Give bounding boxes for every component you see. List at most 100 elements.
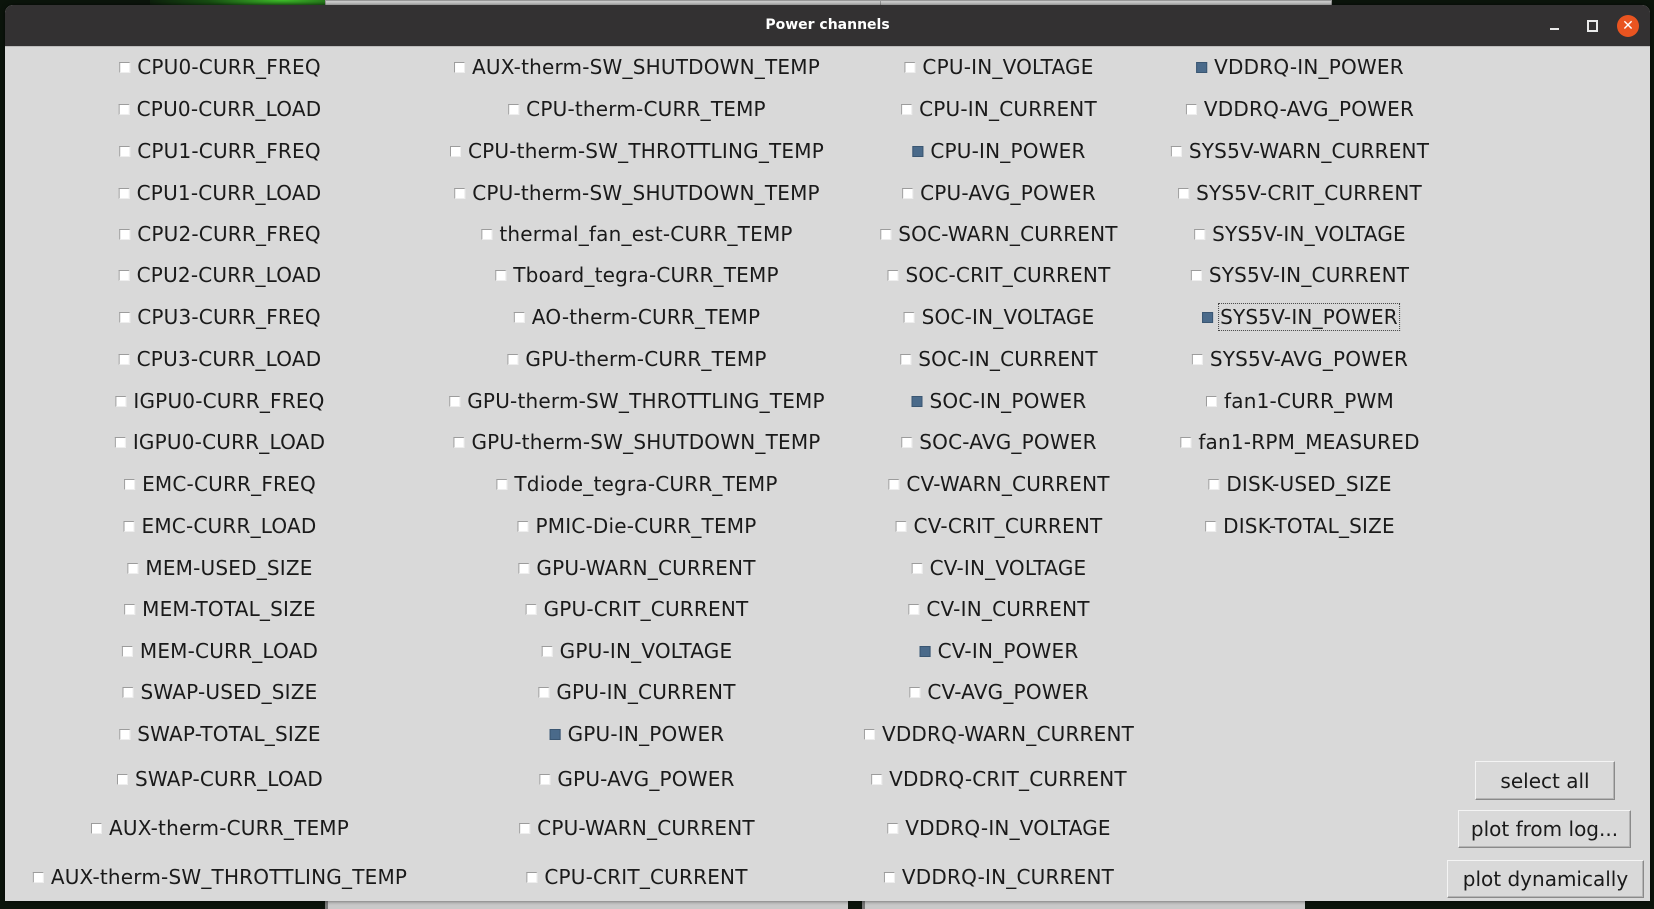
plot-from-log-button[interactable]: plot from log... xyxy=(1458,810,1631,848)
checkbox-unchecked-icon[interactable] xyxy=(1170,145,1182,157)
channel-label[interactable]: CPU3-CURR_LOAD xyxy=(135,345,324,373)
channel-label[interactable]: CPU3-CURR_FREQ xyxy=(135,303,323,331)
checkbox-unchecked-icon[interactable] xyxy=(119,311,131,323)
channel-label[interactable]: DISK-TOTAL_SIZE xyxy=(1221,512,1397,540)
channel-label[interactable]: CPU2-CURR_FREQ xyxy=(135,220,323,248)
channel-checkbox[interactable]: CPU1-CURR_LOAD xyxy=(118,179,324,207)
channel-label[interactable]: CPU-AVG_POWER xyxy=(918,179,1098,207)
channel-label[interactable]: CPU1-CURR_LOAD xyxy=(135,179,324,207)
channel-checkbox[interactable]: DISK-USED_SIZE xyxy=(1208,470,1393,498)
channel-checkbox[interactable]: VDDRQ-IN_POWER xyxy=(1196,53,1406,81)
channel-checkbox[interactable]: VDDRQ-IN_VOLTAGE xyxy=(887,814,1113,842)
channel-checkbox[interactable]: AO-therm-CURR_TEMP xyxy=(513,303,762,331)
checkbox-unchecked-icon[interactable] xyxy=(525,603,537,615)
channel-checkbox[interactable]: SWAP-USED_SIZE xyxy=(122,678,320,706)
checkbox-unchecked-icon[interactable] xyxy=(541,645,553,657)
channel-checkbox[interactable]: MEM-USED_SIZE xyxy=(127,554,314,582)
channel-checkbox[interactable]: CV-IN_CURRENT xyxy=(908,595,1091,623)
checkbox-checked-icon[interactable] xyxy=(919,645,931,657)
channel-label[interactable]: CPU-therm-SW_SHUTDOWN_TEMP xyxy=(470,179,822,207)
checkbox-unchecked-icon[interactable] xyxy=(496,478,508,490)
channel-label[interactable]: IGPU0-CURR_FREQ xyxy=(131,387,326,415)
channel-label[interactable]: PMIC-Die-CURR_TEMP xyxy=(533,512,758,540)
channel-label[interactable]: CPU-WARN_CURRENT xyxy=(535,814,757,842)
checkbox-unchecked-icon[interactable] xyxy=(118,103,130,115)
channel-label[interactable]: VDDRQ-WARN_CURRENT xyxy=(880,720,1136,748)
checkbox-unchecked-icon[interactable] xyxy=(1205,520,1217,532)
channel-checkbox[interactable]: CPU2-CURR_LOAD xyxy=(118,261,324,289)
channel-checkbox[interactable]: SWAP-CURR_LOAD xyxy=(117,765,325,793)
channel-label[interactable]: VDDRQ-IN_POWER xyxy=(1212,53,1406,81)
channel-checkbox[interactable]: EMC-CURR_LOAD xyxy=(123,512,319,540)
channel-label[interactable]: SOC-IN_CURRENT xyxy=(916,345,1100,373)
channel-label[interactable]: GPU-therm-SW_THROTTLING_TEMP xyxy=(465,387,827,415)
channel-label[interactable]: thermal_fan_est-CURR_TEMP xyxy=(497,220,794,248)
checkbox-unchecked-icon[interactable] xyxy=(539,773,551,785)
channel-checkbox[interactable]: GPU-IN_VOLTAGE xyxy=(541,637,735,665)
channel-checkbox[interactable]: DISK-TOTAL_SIZE xyxy=(1205,512,1397,540)
channel-label[interactable]: AO-therm-CURR_TEMP xyxy=(530,303,762,331)
channel-label[interactable]: GPU-therm-SW_SHUTDOWN_TEMP xyxy=(469,428,822,456)
channel-checkbox[interactable]: SYS5V-CRIT_CURRENT xyxy=(1178,179,1424,207)
checkbox-unchecked-icon[interactable] xyxy=(118,187,130,199)
channel-checkbox[interactable]: CPU3-CURR_LOAD xyxy=(118,345,324,373)
checkbox-unchecked-icon[interactable] xyxy=(90,822,102,834)
channel-label[interactable]: SYS5V-IN_VOLTAGE xyxy=(1210,220,1408,248)
channel-checkbox[interactable]: SOC-AVG_POWER xyxy=(901,428,1098,456)
channel-label[interactable]: CV-IN_POWER xyxy=(936,637,1081,665)
channel-label[interactable]: GPU-therm-CURR_TEMP xyxy=(523,345,768,373)
channel-label[interactable]: CPU-IN_VOLTAGE xyxy=(920,53,1095,81)
channel-checkbox[interactable]: MEM-TOTAL_SIZE xyxy=(124,595,318,623)
channel-label[interactable]: VDDRQ-CRIT_CURRENT xyxy=(887,765,1129,793)
checkbox-checked-icon[interactable] xyxy=(911,395,923,407)
checkbox-unchecked-icon[interactable] xyxy=(909,686,921,698)
checkbox-unchecked-icon[interactable] xyxy=(121,645,133,657)
channel-label[interactable]: CPU-therm-CURR_TEMP xyxy=(524,95,768,123)
checkbox-unchecked-icon[interactable] xyxy=(880,228,892,240)
channel-checkbox[interactable]: CPU-therm-CURR_TEMP xyxy=(508,95,768,123)
channel-checkbox[interactable]: MEM-CURR_LOAD xyxy=(121,637,320,665)
channel-checkbox[interactable]: SOC-CRIT_CURRENT xyxy=(887,261,1112,289)
channel-label[interactable]: SOC-WARN_CURRENT xyxy=(896,220,1119,248)
checkbox-unchecked-icon[interactable] xyxy=(114,436,126,448)
channel-label[interactable]: SYS5V-AVG_POWER xyxy=(1208,345,1410,373)
channel-checkbox[interactable]: CPU0-CURR_LOAD xyxy=(118,95,324,123)
channel-label[interactable]: VDDRQ-IN_CURRENT xyxy=(900,863,1116,891)
channel-checkbox[interactable]: CPU3-CURR_FREQ xyxy=(119,303,323,331)
checkbox-unchecked-icon[interactable] xyxy=(122,686,134,698)
checkbox-unchecked-icon[interactable] xyxy=(117,773,128,785)
channel-checkbox[interactable]: CV-IN_POWER xyxy=(919,637,1081,665)
channel-label[interactable]: SYS5V-IN_CURRENT xyxy=(1207,261,1411,289)
checkbox-unchecked-icon[interactable] xyxy=(902,187,914,199)
channel-label[interactable]: IGPU0-CURR_LOAD xyxy=(131,428,327,456)
checkbox-unchecked-icon[interactable] xyxy=(454,187,466,199)
checkbox-unchecked-icon[interactable] xyxy=(454,61,466,73)
checkbox-unchecked-icon[interactable] xyxy=(526,871,538,883)
channel-checkbox[interactable]: CPU2-CURR_FREQ xyxy=(119,220,323,248)
checkbox-unchecked-icon[interactable] xyxy=(481,228,493,240)
channel-label[interactable]: SYS5V-IN_POWER xyxy=(1218,303,1400,331)
checkbox-unchecked-icon[interactable] xyxy=(495,269,507,281)
channel-checkbox[interactable]: thermal_fan_est-CURR_TEMP xyxy=(481,220,794,248)
channel-checkbox[interactable]: fan1-RPM_MEASURED xyxy=(1180,428,1421,456)
channel-checkbox[interactable]: CPU0-CURR_FREQ xyxy=(119,53,323,81)
channel-label[interactable]: MEM-USED_SIZE xyxy=(143,554,314,582)
channel-label[interactable]: CPU-therm-SW_THROTTLING_TEMP xyxy=(466,137,826,165)
channel-checkbox[interactable]: GPU-therm-SW_THROTTLING_TEMP xyxy=(449,387,827,415)
checkbox-unchecked-icon[interactable] xyxy=(1205,395,1217,407)
channel-checkbox[interactable]: SYS5V-IN_VOLTAGE xyxy=(1194,220,1408,248)
checkbox-unchecked-icon[interactable] xyxy=(901,103,913,115)
channel-label[interactable]: EMC-CURR_FREQ xyxy=(140,470,318,498)
checkbox-unchecked-icon[interactable] xyxy=(119,61,131,73)
channel-checkbox[interactable]: IGPU0-CURR_FREQ xyxy=(115,387,326,415)
channel-checkbox[interactable]: GPU-CRIT_CURRENT xyxy=(525,595,751,623)
channel-label[interactable]: SYS5V-WARN_CURRENT xyxy=(1187,137,1431,165)
checkbox-unchecked-icon[interactable] xyxy=(124,603,136,615)
channel-checkbox[interactable]: Tdiode_tegra-CURR_TEMP xyxy=(496,470,779,498)
channel-label[interactable]: CPU1-CURR_FREQ xyxy=(135,137,323,165)
checkbox-checked-icon[interactable] xyxy=(1196,61,1208,73)
channel-label[interactable]: DISK-USED_SIZE xyxy=(1224,470,1393,498)
channel-label[interactable]: GPU-CRIT_CURRENT xyxy=(542,595,751,623)
channel-label[interactable]: SWAP-CURR_LOAD xyxy=(133,765,325,793)
channel-label[interactable]: CPU0-CURR_LOAD xyxy=(135,95,324,123)
